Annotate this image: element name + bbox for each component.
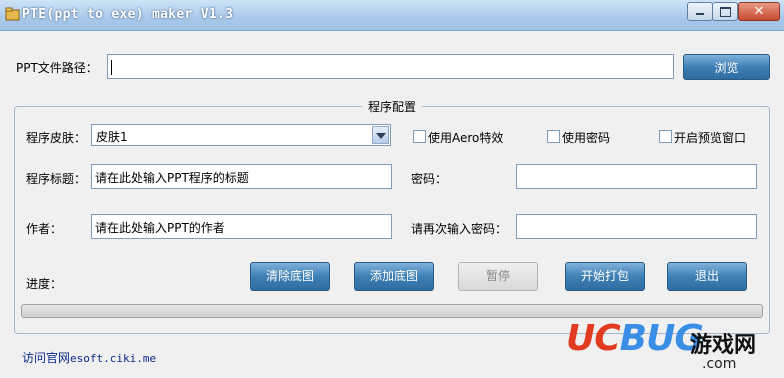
ppt-path-input[interactable] [107, 54, 674, 79]
watermark-cn: 游戏网 [690, 333, 757, 358]
exit-button[interactable]: 退出 [667, 262, 747, 291]
official-site-link[interactable]: 访问官网esoft.ciki.me [22, 349, 156, 366]
watermark-site: .com [702, 356, 737, 372]
confirm-password-input[interactable] [516, 214, 757, 239]
chevron-down-icon[interactable] [372, 126, 389, 144]
aero-checkbox[interactable] [413, 130, 426, 143]
progress-bar [21, 304, 763, 318]
site-url: esoft.ciki.me [70, 352, 157, 365]
close-icon: ✕ [753, 4, 765, 19]
clear-background-button[interactable]: 清除底图 [250, 262, 330, 291]
maximize-icon [720, 7, 731, 17]
program-title-input[interactable]: 请在此处输入PPT程序的标题 [91, 164, 392, 189]
program-title-label: 程序标题： [26, 172, 87, 186]
author-label: 作者： [26, 222, 63, 236]
author-input[interactable]: 请在此处输入PPT的作者 [91, 214, 392, 239]
minimize-button[interactable] [687, 2, 713, 21]
ppt-path-label: PPT文件路径： [16, 61, 98, 75]
skin-select[interactable]: 皮肤1 [91, 124, 391, 146]
config-group-title: 程序配置 [362, 98, 423, 115]
preview-window-checkbox[interactable] [659, 130, 672, 143]
confirm-password-label: 请再次输入密码： [411, 222, 508, 236]
password-input[interactable] [516, 164, 757, 189]
watermark-logo: UCBUG [566, 318, 704, 359]
window-title: PTE(ppt to exe) maker V1.3 [22, 7, 234, 22]
watermark-uc: UC [566, 318, 621, 359]
minimize-icon [696, 13, 704, 15]
app-icon [5, 7, 20, 21]
preview-window-label: 开启预览窗口 [674, 131, 747, 145]
use-password-label: 使用密码 [562, 131, 611, 145]
password-label: 密码： [411, 172, 448, 186]
visit-site-label: 访问官网 [22, 351, 71, 365]
start-pack-button[interactable]: 开始打包 [565, 262, 645, 291]
skin-selected-value: 皮肤1 [96, 130, 128, 144]
progress-label: 进度： [26, 277, 63, 291]
pause-button[interactable]: 暂停 [458, 262, 538, 291]
browse-button[interactable]: 浏览 [683, 54, 770, 80]
use-password-checkbox[interactable] [547, 130, 560, 143]
maximize-button[interactable] [712, 2, 738, 21]
title-bar[interactable]: PTE(ppt to exe) maker V1.3 ✕ [0, 0, 784, 31]
close-button[interactable]: ✕ [738, 2, 780, 21]
text-caret [111, 60, 112, 75]
aero-label: 使用Aero特效 [428, 131, 504, 145]
add-background-button[interactable]: 添加底图 [354, 262, 434, 291]
skin-label: 程序皮肤： [26, 131, 87, 145]
